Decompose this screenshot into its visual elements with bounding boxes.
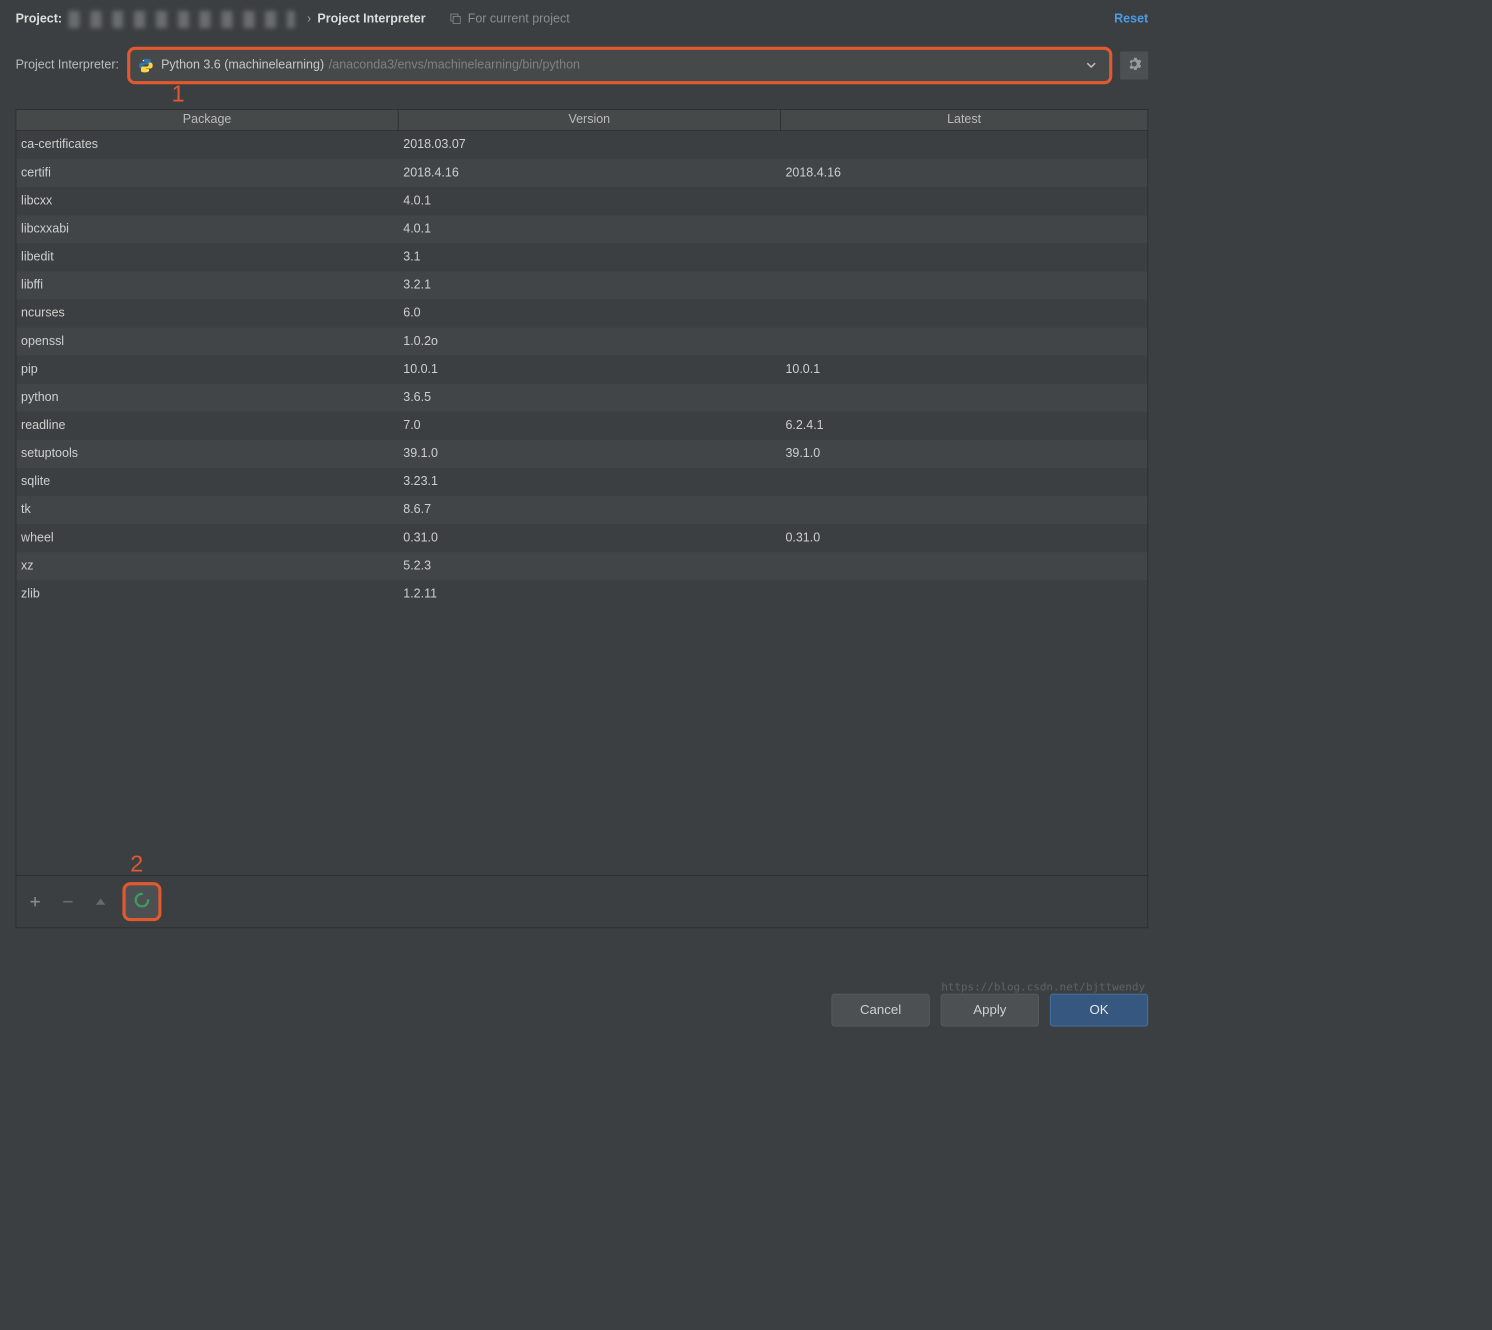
cell-package: sqlite [16, 475, 398, 489]
table-row[interactable]: python3.6.5 [16, 384, 1147, 412]
cell-package: libffi [16, 278, 398, 292]
cell-package: ncurses [16, 307, 398, 321]
table-row[interactable]: ncurses6.0 [16, 300, 1147, 328]
cell-package: pip [16, 363, 398, 377]
cell-latest: 2018.4.16 [781, 166, 1148, 180]
cell-version: 2018.03.07 [399, 138, 781, 152]
cell-version: 3.6.5 [399, 391, 781, 405]
table-row[interactable]: wheel0.31.00.31.0 [16, 524, 1147, 552]
interpreter-settings-button[interactable] [1120, 51, 1148, 79]
annotation-marker-2: 2 [130, 851, 143, 878]
python-icon [138, 58, 154, 74]
cell-version: 3.1 [399, 250, 781, 264]
packages-table: Package Version Latest ca-certificates20… [16, 109, 1149, 928]
cell-version: 0.31.0 [399, 531, 781, 545]
copy-scope-icon [449, 12, 461, 27]
cell-package: openssl [16, 335, 398, 349]
ok-button[interactable]: OK [1050, 994, 1148, 1027]
watermark-text: https://blog.csdn.net/bjttwendy [941, 981, 1145, 993]
column-header-version[interactable]: Version [399, 110, 781, 130]
table-row[interactable]: libcxxabi4.0.1 [16, 215, 1147, 243]
table-row[interactable]: libcxx4.0.1 [16, 187, 1147, 215]
project-label: Project: [16, 12, 62, 26]
cell-package: libcxxabi [16, 222, 398, 236]
cancel-button[interactable]: Cancel [831, 994, 929, 1027]
cell-latest: 6.2.4.1 [781, 419, 1148, 433]
reload-icon [133, 890, 152, 913]
cell-version: 2018.4.16 [399, 166, 781, 180]
table-row[interactable]: pip10.0.110.0.1 [16, 356, 1147, 384]
apply-button[interactable]: Apply [941, 994, 1039, 1027]
table-row[interactable]: setuptools39.1.039.1.0 [16, 440, 1147, 468]
cell-version: 1.2.11 [399, 587, 781, 601]
column-header-package[interactable]: Package [16, 110, 398, 130]
table-row[interactable]: xz5.2.3 [16, 552, 1147, 580]
cell-package: xz [16, 559, 398, 573]
cell-package: certifi [16, 166, 398, 180]
cell-version: 3.2.1 [399, 278, 781, 292]
page-title: Project Interpreter [317, 12, 425, 26]
plus-icon [29, 895, 41, 907]
table-row[interactable]: certifi2018.4.162018.4.16 [16, 159, 1147, 187]
upgrade-package-button[interactable] [90, 891, 112, 913]
table-row[interactable]: openssl1.0.2o [16, 328, 1147, 356]
cell-version: 4.0.1 [399, 222, 781, 236]
reset-link[interactable]: Reset [1114, 12, 1148, 26]
cell-version: 10.0.1 [399, 363, 781, 377]
gear-icon [1126, 56, 1142, 76]
interpreter-label: Project Interpreter: [16, 58, 119, 72]
dropdown-arrow-icon[interactable] [1078, 52, 1105, 79]
table-row[interactable]: tk8.6.7 [16, 496, 1147, 524]
minus-icon [62, 895, 74, 907]
cell-package: tk [16, 503, 398, 517]
table-row[interactable]: libedit3.1 [16, 243, 1147, 271]
table-row[interactable]: ca-certificates2018.03.07 [16, 131, 1147, 159]
cell-version: 8.6.7 [399, 503, 781, 517]
reload-packages-button[interactable] [122, 882, 161, 921]
cell-latest: 39.1.0 [781, 447, 1148, 461]
table-row[interactable]: zlib1.2.11 [16, 580, 1147, 608]
interpreter-path: /anaconda3/envs/machinelearning/bin/pyth… [329, 58, 580, 72]
cell-version: 5.2.3 [399, 559, 781, 573]
cell-version: 39.1.0 [399, 447, 781, 461]
remove-package-button[interactable] [57, 891, 79, 913]
table-row[interactable]: sqlite3.23.1 [16, 468, 1147, 496]
breadcrumb-header: Project: › Project Interpreter For curre… [0, 0, 1164, 36]
interpreter-dropdown[interactable]: Python 3.6 (machinelearning) /anaconda3/… [127, 47, 1113, 84]
cell-version: 1.0.2o [399, 335, 781, 349]
cell-package: zlib [16, 587, 398, 601]
project-name-redacted [68, 11, 294, 28]
column-header-latest[interactable]: Latest [781, 110, 1148, 130]
cell-package: setuptools [16, 447, 398, 461]
cell-package: readline [16, 419, 398, 433]
interpreter-name: Python 3.6 (machinelearning) [161, 58, 324, 72]
add-package-button[interactable] [24, 891, 46, 913]
table-row[interactable]: libffi3.2.1 [16, 271, 1147, 299]
breadcrumb-chevron: › [307, 12, 311, 26]
cell-package: libedit [16, 250, 398, 264]
cell-version: 4.0.1 [399, 194, 781, 208]
cell-package: python [16, 391, 398, 405]
cell-package: ca-certificates [16, 138, 398, 152]
cell-version: 6.0 [399, 307, 781, 321]
scope-label: For current project [468, 12, 570, 26]
annotation-marker-1: 1 [172, 81, 185, 108]
table-row[interactable]: readline7.06.2.4.1 [16, 412, 1147, 440]
cell-version: 7.0 [399, 419, 781, 433]
upgrade-arrow-icon [94, 897, 106, 906]
cell-latest: 0.31.0 [781, 531, 1148, 545]
cell-latest: 10.0.1 [781, 363, 1148, 377]
cell-package: libcxx [16, 194, 398, 208]
cell-package: wheel [16, 531, 398, 545]
cell-version: 3.23.1 [399, 475, 781, 489]
